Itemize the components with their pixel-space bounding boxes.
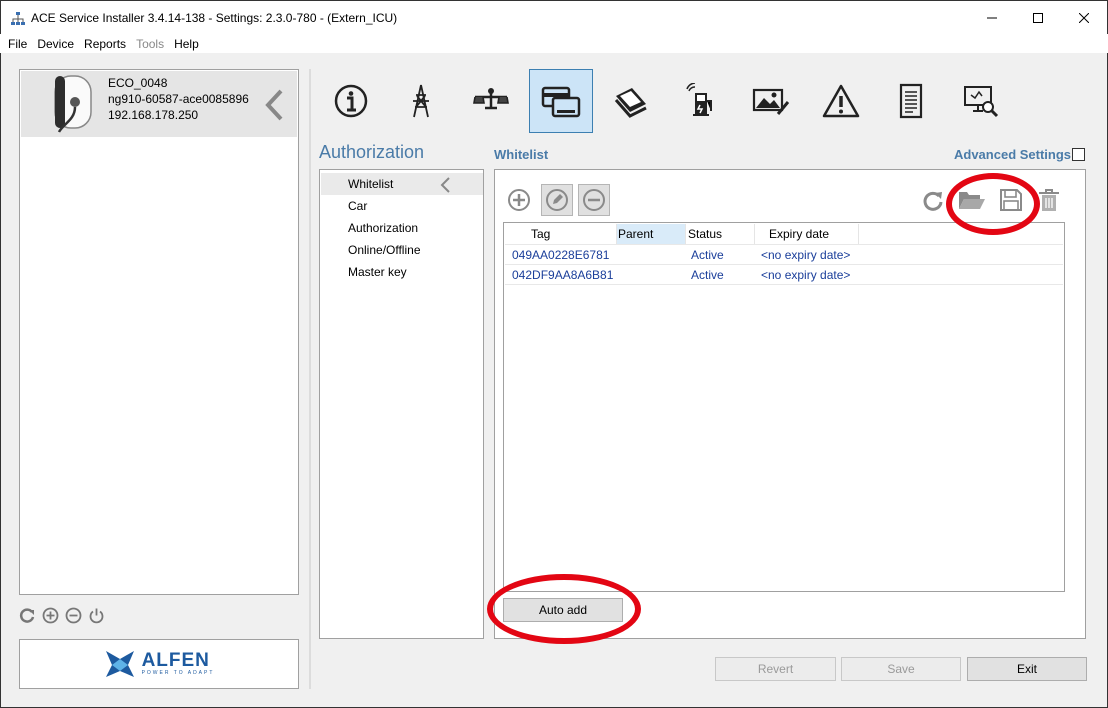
maximize-button[interactable] bbox=[1015, 1, 1061, 35]
tab-diagnostics[interactable] bbox=[949, 69, 1013, 133]
device-list: ECO_0048 ng910-60587-ace0085896 192.168.… bbox=[19, 69, 299, 595]
charging-station-icon bbox=[686, 83, 712, 116]
column-header-tag[interactable]: Tag bbox=[505, 224, 617, 244]
power-icon[interactable] bbox=[88, 607, 105, 624]
minimize-icon bbox=[987, 17, 997, 19]
app-network-icon bbox=[11, 12, 25, 25]
device-tools bbox=[19, 607, 105, 624]
nav-item-master-key[interactable]: Master key bbox=[321, 261, 483, 283]
edit-tag-button[interactable] bbox=[541, 184, 573, 216]
tab-warnings[interactable] bbox=[809, 69, 873, 133]
info-icon bbox=[334, 84, 368, 118]
trash-icon bbox=[1039, 189, 1059, 211]
charger-icon bbox=[54, 75, 92, 133]
auto-add-button[interactable]: Auto add bbox=[503, 598, 623, 622]
tab-charging[interactable] bbox=[669, 69, 733, 133]
refresh-icon bbox=[923, 191, 943, 211]
tab-display[interactable] bbox=[739, 69, 803, 133]
nav-item-online-offline[interactable]: Online/Offline bbox=[321, 239, 483, 261]
nav-item-authorization[interactable]: Authorization bbox=[321, 217, 483, 239]
add-tag-button[interactable] bbox=[506, 186, 532, 214]
image-edit-icon bbox=[752, 88, 790, 115]
tab-reports[interactable] bbox=[879, 69, 943, 133]
open-file-button[interactable] bbox=[956, 186, 988, 214]
brand-tagline: POWER TO ADAPT bbox=[141, 670, 215, 676]
whitelist-table: Tag Parent Status Expiry date 049AA0228E… bbox=[503, 222, 1065, 592]
nav-item-label: Car bbox=[348, 199, 368, 213]
menu-device[interactable]: Device bbox=[37, 37, 74, 51]
cell-status: Active bbox=[691, 268, 724, 282]
plus-circle-icon bbox=[508, 189, 530, 211]
panel-separator bbox=[309, 69, 311, 689]
card-reader-icon bbox=[541, 86, 581, 118]
device-item[interactable]: ECO_0048 ng910-60587-ace0085896 192.168.… bbox=[21, 71, 297, 137]
cell-tag: 042DF9AA8A6B81 bbox=[512, 268, 614, 282]
close-icon bbox=[1079, 13, 1089, 23]
cell-expiry: <no expiry date> bbox=[761, 248, 851, 262]
chevron-left-icon[interactable] bbox=[263, 89, 285, 121]
nav-item-label: Master key bbox=[348, 265, 407, 279]
advanced-settings-label[interactable]: Advanced Settings bbox=[954, 147, 1071, 162]
power-tower-icon bbox=[413, 84, 429, 118]
alfen-logo-icon bbox=[105, 651, 134, 677]
menu-reports[interactable]: Reports bbox=[84, 37, 126, 51]
tab-payment[interactable] bbox=[599, 69, 663, 133]
device-name: ECO_0048 bbox=[108, 76, 168, 90]
cell-status: Active bbox=[691, 248, 724, 262]
revert-button[interactable]: Revert bbox=[715, 657, 836, 681]
tab-authorization[interactable] bbox=[529, 69, 593, 133]
monitor-search-icon bbox=[964, 86, 999, 118]
device-ip: 192.168.178.250 bbox=[108, 108, 199, 122]
cell-tag: 049AA0228E6781 bbox=[512, 248, 610, 262]
brand-panel: ALFEN POWER TO ADAPT bbox=[19, 639, 299, 689]
close-button[interactable] bbox=[1061, 1, 1107, 35]
menu-help[interactable]: Help bbox=[174, 37, 199, 51]
section-title: Authorization bbox=[319, 142, 425, 162]
save-file-button[interactable] bbox=[996, 186, 1026, 214]
menu-file[interactable]: File bbox=[8, 37, 27, 51]
pencil-circle-icon bbox=[546, 189, 568, 211]
cell-expiry: <no expiry date> bbox=[761, 268, 851, 282]
nav-item-label: Online/Offline bbox=[348, 243, 421, 257]
add-device-icon[interactable] bbox=[42, 607, 59, 624]
authorization-nav: Whitelist Car Authorization Online/Offli… bbox=[319, 169, 484, 639]
floppy-disk-icon bbox=[1000, 189, 1022, 211]
column-header-expiry-date[interactable]: Expiry date bbox=[755, 224, 859, 244]
reload-button[interactable] bbox=[919, 186, 947, 214]
whitelist-title: Whitelist bbox=[494, 147, 549, 162]
nav-item-label: Whitelist bbox=[348, 177, 394, 191]
document-icon bbox=[899, 83, 923, 119]
delete-list-button[interactable] bbox=[1035, 186, 1063, 214]
tab-info[interactable] bbox=[319, 69, 383, 133]
brand-name: ALFEN bbox=[141, 650, 210, 671]
column-header-parent[interactable]: Parent bbox=[617, 224, 686, 244]
nav-item-label: Authorization bbox=[348, 221, 419, 235]
exit-button[interactable]: Exit bbox=[967, 657, 1087, 681]
remove-tag-button[interactable] bbox=[578, 184, 610, 216]
payment-terminal-icon bbox=[614, 88, 647, 118]
remove-device-icon[interactable] bbox=[65, 607, 82, 624]
refresh-icon[interactable] bbox=[19, 607, 36, 624]
minimize-button[interactable] bbox=[969, 1, 1015, 35]
advanced-settings-checkbox[interactable] bbox=[1072, 148, 1085, 161]
device-id: ng910-60587-ace0085896 bbox=[108, 92, 249, 106]
nav-item-car[interactable]: Car bbox=[321, 195, 483, 217]
nav-item-whitelist[interactable]: Whitelist bbox=[321, 173, 483, 195]
minus-circle-icon bbox=[583, 189, 605, 211]
table-row[interactable]: 042DF9AA8A6B81 Active <no expiry date> bbox=[505, 265, 1063, 285]
maximize-icon bbox=[1033, 13, 1043, 23]
title-bar: ACE Service Installer 3.4.14-138 - Setti… bbox=[0, 0, 1108, 34]
menu-tools[interactable]: Tools bbox=[136, 37, 164, 51]
menu-bar: File Device Reports Tools Help bbox=[0, 34, 1108, 53]
column-header-status[interactable]: Status bbox=[686, 224, 755, 244]
tab-grid[interactable] bbox=[389, 69, 453, 133]
table-row[interactable]: 049AA0228E6781 Active <no expiry date> bbox=[505, 245, 1063, 265]
window-title: ACE Service Installer 3.4.14-138 - Setti… bbox=[31, 11, 398, 25]
warning-icon bbox=[822, 84, 860, 118]
tab-load-balancing[interactable] bbox=[459, 69, 523, 133]
folder-open-icon bbox=[959, 192, 985, 209]
save-button[interactable]: Save bbox=[841, 657, 961, 681]
balance-icon bbox=[473, 88, 509, 110]
chevron-left-icon bbox=[440, 177, 450, 193]
